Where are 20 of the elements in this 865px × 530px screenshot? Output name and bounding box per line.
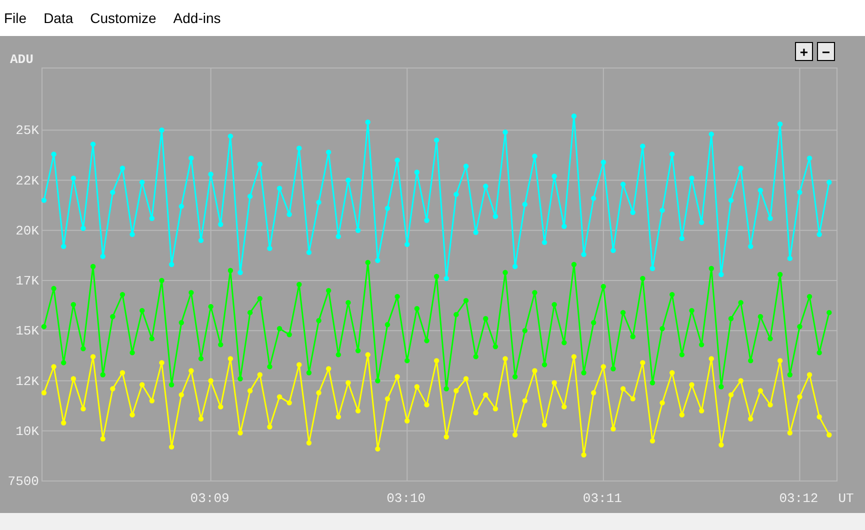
y-axis-label: 10K (16, 424, 39, 439)
y-axis-label: 12K (16, 374, 39, 389)
y-axis-label: 7500 (8, 474, 39, 489)
y-axis-label: 15K (16, 324, 39, 339)
zoom-in-button[interactable]: + (795, 42, 813, 61)
menu-item[interactable]: Add-ins (165, 8, 229, 28)
y-axis-label: 25K (16, 123, 39, 138)
y-axis-label: 17K (16, 274, 39, 289)
x-axis-title: UT (838, 491, 854, 506)
x-axis-label: 03:10 (386, 491, 426, 506)
x-axis-label: 03:09 (190, 491, 230, 506)
y-axis-label: 22K (16, 173, 39, 188)
zoom-out-button[interactable]: − (817, 42, 835, 61)
y-axis-title: ADU (10, 52, 34, 67)
menu-item[interactable]: Customize (82, 8, 164, 28)
menu-item[interactable]: Data (36, 8, 82, 28)
menu-item[interactable]: File (4, 8, 35, 28)
y-axis-label: 20K (16, 223, 39, 238)
x-axis-label: 03:11 (582, 491, 622, 506)
x-axis-label: 03:12 (779, 491, 818, 506)
